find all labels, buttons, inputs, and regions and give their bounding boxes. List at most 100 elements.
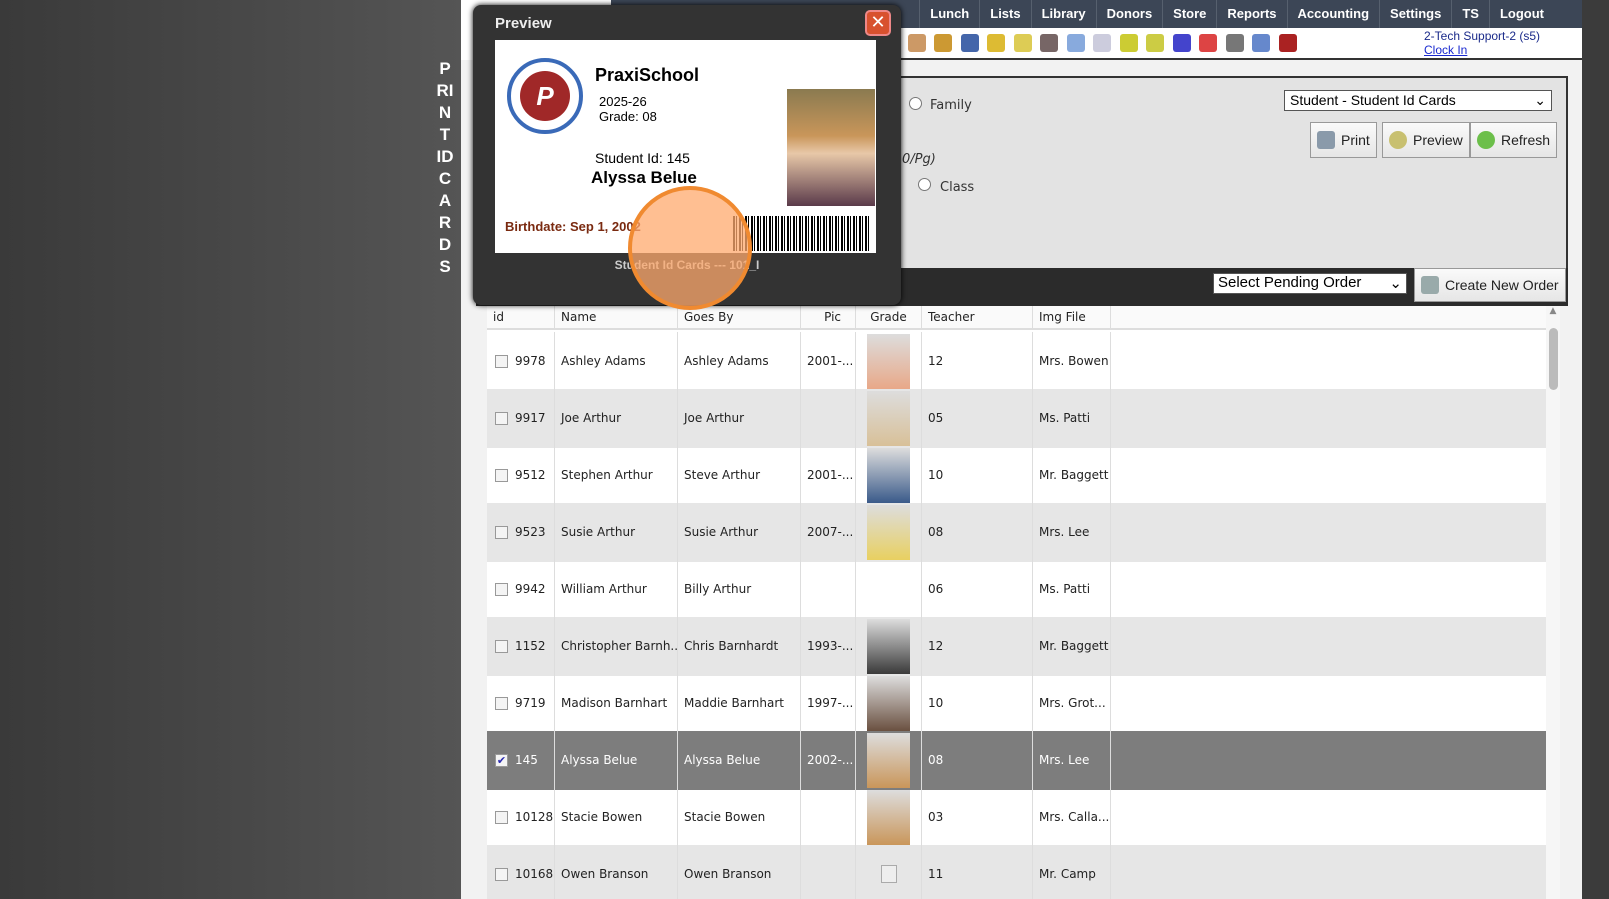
pic-cell <box>801 788 856 847</box>
photo-cell <box>856 731 922 790</box>
nav-library[interactable]: Library <box>1030 0 1096 28</box>
goes-by-cell: Maddie Barnhart <box>678 674 801 733</box>
card-icon[interactable] <box>1119 34 1138 52</box>
pending-order-select[interactable]: Select Pending Order ⌄ <box>1213 273 1407 294</box>
photo-cell <box>856 617 922 676</box>
row-checkbox[interactable] <box>495 582 508 596</box>
clock-icon[interactable] <box>1066 34 1085 52</box>
column-header[interactable]: Name <box>555 306 678 328</box>
power-icon[interactable] <box>1278 34 1297 52</box>
id-cell: 9978 <box>487 332 555 391</box>
student-thumbnail <box>867 732 910 788</box>
students-table: id Name Goes By Pic Grade Teacher Img File 9978… <box>487 306 1546 899</box>
student-thumbnail <box>867 675 910 731</box>
table-row[interactable]: ✔ 145 Alyssa Belue Alyssa Belue 2002-... 08 Mr… <box>487 731 1546 790</box>
nav-accounting[interactable]: Accounting <box>1286 0 1380 28</box>
column-header[interactable]: Grade <box>856 306 922 328</box>
table-row[interactable]: 9523 Susie Arthur Susie Arthur 2007-... 08 Mr… <box>487 503 1546 562</box>
row-checkbox[interactable] <box>495 354 508 368</box>
row-checkbox[interactable] <box>495 411 508 425</box>
chevron-down-icon: ⌄ <box>1389 275 1402 292</box>
table-row[interactable]: 9917 Joe Arthur Joe Arthur 05 Ms. Patti <box>487 389 1546 448</box>
id-value: 10128 <box>515 810 554 825</box>
id-cell: 9917 <box>487 389 555 448</box>
row-checkbox[interactable]: ✔ <box>495 753 508 767</box>
clock-in-link[interactable]: Clock In <box>1424 43 1540 57</box>
photo-cell <box>856 560 922 619</box>
column-header[interactable]: id <box>487 306 555 328</box>
scroll-thumb[interactable] <box>1549 328 1558 390</box>
refresh-icon <box>1477 131 1495 149</box>
card-birthdate: Birthdate: Sep 1, 2002 <box>505 219 641 234</box>
pic-cell <box>801 560 856 619</box>
nav-lunch[interactable]: Lunch <box>919 0 979 28</box>
photo-cell <box>856 845 922 899</box>
teacher-cell: Mr. Baggett <box>1033 446 1111 505</box>
student-thumbnail <box>867 333 910 389</box>
nav-settings[interactable]: Settings <box>1379 0 1451 28</box>
scroll-up-icon[interactable]: ▲ <box>1546 306 1560 316</box>
bell-icon[interactable] <box>987 34 1005 52</box>
print-button[interactable]: Print <box>1310 122 1377 158</box>
nav-reports[interactable]: Reports <box>1216 0 1286 28</box>
person-icon[interactable] <box>1040 34 1058 52</box>
preview-button[interactable]: Preview <box>1382 122 1470 158</box>
row-checkbox[interactable] <box>495 696 508 710</box>
grade-cell: 08 <box>922 503 1033 562</box>
column-header[interactable]: Teacher <box>922 306 1033 328</box>
background-right <box>1582 0 1609 899</box>
print-label: Print <box>1341 132 1370 148</box>
table-row[interactable]: 10128 Stacie Bowen Stacie Bowen 03 Mrs. Call… <box>487 788 1546 847</box>
nav-store[interactable]: Store <box>1162 0 1216 28</box>
table-row[interactable]: 9512 Stephen Arthur Steve Arthur 2001-... 10… <box>487 446 1546 505</box>
row-checkbox[interactable] <box>495 525 508 539</box>
close-icon[interactable]: ✕ <box>865 10 891 36</box>
grade-cell: 06 <box>922 560 1033 619</box>
student-thumbnail <box>867 390 910 446</box>
grade-cell: 11 <box>922 845 1033 899</box>
class-radio[interactable] <box>918 178 931 191</box>
table-row[interactable]: 9719 Madison Barnhart Maddie Barnhart 1997-… <box>487 674 1546 733</box>
teacher-cell: Mr. Baggett <box>1033 617 1111 676</box>
id-value: 9512 <box>515 468 546 483</box>
calendar-icon[interactable] <box>1093 34 1111 52</box>
magnifier-icon <box>1389 131 1407 149</box>
table-row[interactable]: 1152 Christopher Barnh... Chris Barnhardt 1… <box>487 617 1546 676</box>
id-cell: ✔ 145 <box>487 731 555 790</box>
row-checkbox[interactable] <box>495 867 508 881</box>
table-row[interactable]: 10168 Owen Branson Owen Branson 11 Mr. Camp <box>487 845 1546 899</box>
nav-donors[interactable]: Donors <box>1095 0 1163 28</box>
family-radio[interactable] <box>909 97 922 110</box>
ap-icon[interactable] <box>1172 34 1191 52</box>
book-icon[interactable] <box>960 34 979 52</box>
grade-cell: 10 <box>922 446 1033 505</box>
table-row[interactable]: 9978 Ashley Adams Ashley Adams 2001-... 12 Mr… <box>487 332 1546 391</box>
lunch-icon[interactable] <box>934 34 952 52</box>
report-icon[interactable] <box>1013 34 1032 52</box>
class-label: Class <box>940 180 975 195</box>
column-header[interactable]: Img File <box>1033 306 1111 328</box>
column-header[interactable]: Pic <box>801 306 856 328</box>
refresh-button[interactable]: Refresh <box>1470 122 1558 158</box>
dialog-title: Preview <box>495 15 552 32</box>
nav-logout[interactable]: Logout <box>1488 0 1554 28</box>
row-checkbox[interactable] <box>495 639 508 653</box>
row-checkbox[interactable] <box>495 468 508 482</box>
row-checkbox[interactable] <box>495 810 508 824</box>
nav-lists[interactable]: Lists <box>979 0 1030 28</box>
report-type-select[interactable]: Student - Student Id Cards ⌄ <box>1284 90 1552 111</box>
teacher-cell: Ms. Patti <box>1033 560 1111 619</box>
nav-ts[interactable]: TS <box>1451 0 1489 28</box>
cash-icon[interactable] <box>1225 34 1244 52</box>
scrollbar[interactable]: ▲ <box>1546 306 1560 899</box>
create-order-button[interactable]: Create New Order <box>1414 268 1566 302</box>
goes-by-cell: Billy Arthur <box>678 560 801 619</box>
help-icon[interactable] <box>1252 34 1270 52</box>
background <box>0 0 461 899</box>
people-icon[interactable] <box>907 34 926 52</box>
grade-cell: 12 <box>922 332 1033 391</box>
pdf-icon[interactable] <box>1199 34 1217 52</box>
table-row[interactable]: 9942 William Arthur Billy Arthur 06 Ms. Patt… <box>487 560 1546 619</box>
printer-icon[interactable] <box>1146 34 1164 52</box>
user-name: 2-Tech Support-2 (s5) <box>1424 29 1541 43</box>
